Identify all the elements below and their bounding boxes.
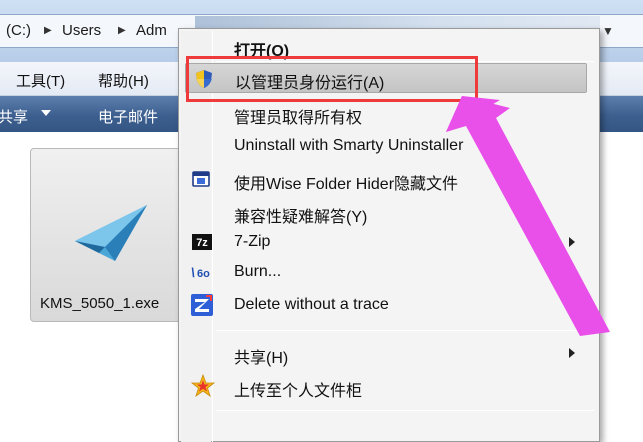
context-item-label: 7-Zip [234,233,271,250]
file-name-label: KMS_5050_1.exe [40,295,160,312]
menu-tools[interactable]: 工具(T) [16,70,65,91]
secure-delete-icon [191,294,213,316]
breadcrumb-admin[interactable]: Adm [136,22,167,39]
context-item-label: 使用Wise Folder Hider隐藏文件 [234,176,459,193]
red-highlight-box [186,56,478,102]
context-item-label: 共享(H) [234,350,289,367]
menu-help[interactable]: 帮助(H) [98,70,149,91]
context-item-label: Burn... [234,263,282,280]
share-button[interactable]: 共享 [0,106,28,127]
svg-text:\: \ [191,265,195,280]
star-cabinet-icon [191,374,215,398]
svg-text:7z: 7z [196,237,208,249]
address-dropdown-icon[interactable]: ▼ [598,20,618,42]
submenu-arrow-icon [569,348,575,358]
paper-plane-icon [75,205,147,261]
context-item-label: 上传至个人文件柜 [234,383,363,400]
context-item-label: 管理员取得所有权 [234,110,363,127]
context-separator [216,410,594,411]
breadcrumb-arrow-icon: ▶ [118,25,126,36]
context-item-share[interactable]: 共享(H) [182,338,596,368]
breadcrumb-users[interactable]: Users [62,22,101,39]
context-item-label: 兼容性疑难解答(Y) [234,209,368,226]
context-item-label: Uninstall with Smarty Uninstaller [234,137,464,154]
context-item-label: Delete without a trace [234,296,389,313]
share-chevron-icon [41,110,51,116]
burn-icon: \ 6o [191,265,210,280]
breadcrumb-arrow-icon: ▶ [44,25,52,36]
context-item-upload-cabinet[interactable]: 上传至个人文件柜 [182,371,596,401]
email-button[interactable]: 电子邮件 [98,106,158,127]
wise-folder-hider-icon [192,171,210,187]
seven-zip-icon: 7z [192,234,212,250]
svg-text:6o: 6o [197,268,210,280]
breadcrumb-drive[interactable]: (C:) [6,22,31,39]
pink-pointer-arrow [446,96,610,336]
